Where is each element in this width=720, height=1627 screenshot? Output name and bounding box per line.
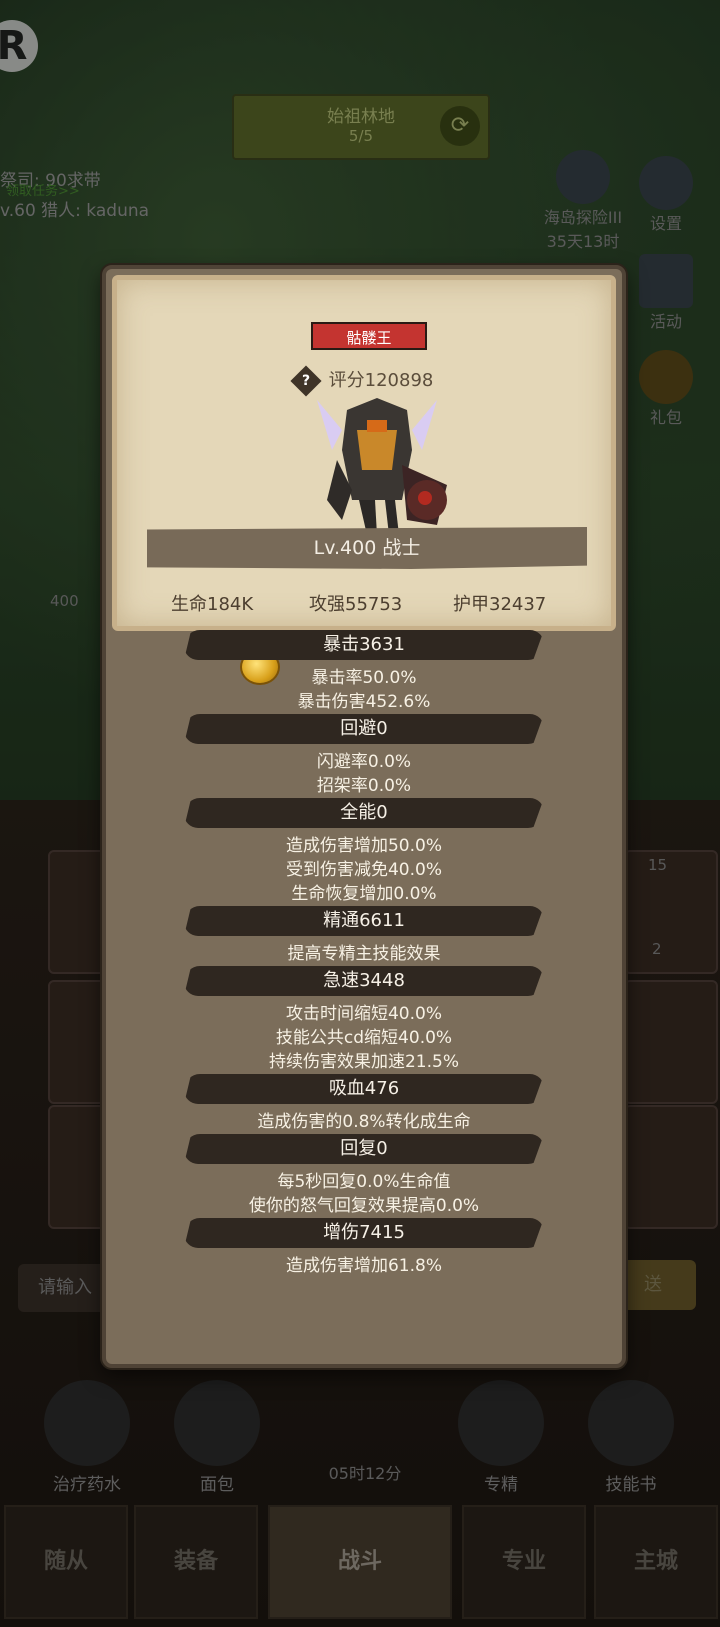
mastery-effect: 提高专精主技能效果 — [287, 944, 441, 964]
evasion-header: 回避0 — [184, 714, 544, 744]
damage-boost-effect: 造成伤害增加61.8% — [285, 1256, 442, 1276]
rage-regen: 使你的怒气回复效果提高0.0% — [248, 1196, 480, 1216]
dot-speed: 持续伤害效果加速21.5% — [268, 1052, 459, 1072]
armor-stat: 护甲32437 — [453, 594, 547, 615]
character-card: 骷髅王 ? 评分120898 Lv.400 战士 生命184K 攻强55753 护… — [112, 275, 616, 631]
lifesteal-header: 吸血476 — [184, 1074, 544, 1104]
damage-reduction: 受到伤害减免40.0% — [285, 860, 442, 880]
attack-time: 攻击时间缩短40.0% — [285, 1004, 442, 1024]
attack-stat: 攻强55753 — [309, 594, 403, 615]
damage-boost-header: 增伤7415 — [184, 1218, 544, 1248]
crit-header: 暴击3631 — [184, 630, 544, 660]
parry-rate: 招架率0.0% — [316, 776, 412, 796]
dodge-rate: 闪避率0.0% — [316, 752, 412, 772]
crit-damage: 暴击伤害452.6% — [297, 692, 431, 712]
versatility-header: 全能0 — [184, 798, 544, 828]
haste-header: 急速3448 — [184, 966, 544, 996]
global-cooldown: 技能公共cd缩短40.0% — [275, 1028, 453, 1048]
title-badge: 骷髅王 — [311, 322, 427, 350]
crit-rate: 暴击率50.0% — [311, 668, 417, 688]
regen-increase: 生命恢复增加0.0% — [291, 884, 437, 904]
level-class-banner: Lv.400 战士 — [147, 527, 587, 569]
damage-increase: 造成伤害增加50.0% — [285, 836, 442, 856]
score-row: ? 评分120898 — [117, 365, 611, 397]
character-stats-popup: 骷髅王 ? 评分120898 Lv.400 战士 生命184K 攻强55753 护… — [102, 265, 626, 1368]
recovery-header: 回复0 — [184, 1134, 544, 1164]
score-text: 评分120898 — [328, 370, 434, 391]
warrior-portrait — [317, 398, 447, 535]
lifesteal-effect: 造成伤害的0.8%转化成生命 — [257, 1112, 471, 1132]
hp-regen: 每5秒回复0.0%生命值 — [277, 1172, 451, 1192]
hp-stat: 生命184K — [171, 594, 254, 615]
mastery-header: 精通6611 — [184, 906, 544, 936]
